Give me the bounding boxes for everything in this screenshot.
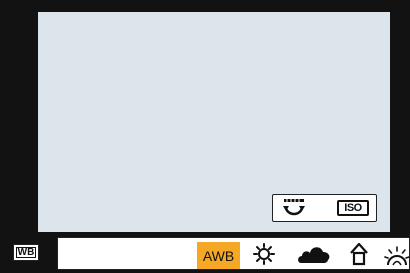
control-panel: ISO [272,194,377,222]
wb-mode-label: WB [16,246,36,258]
camera-screen: ISO WB AWB [0,0,410,273]
wb-mode-icon: WB [13,244,39,261]
sun-icon[interactable] [253,243,275,265]
iso-button[interactable]: ISO [337,200,369,216]
house-shade-icon[interactable] [349,242,369,266]
cloud-icon[interactable] [297,243,331,265]
rear-dial-icon[interactable] [281,198,307,218]
white-balance-selector: AWB [57,237,410,270]
tungsten-icon[interactable] [384,245,410,267]
awb-option[interactable]: AWB [197,242,240,269]
